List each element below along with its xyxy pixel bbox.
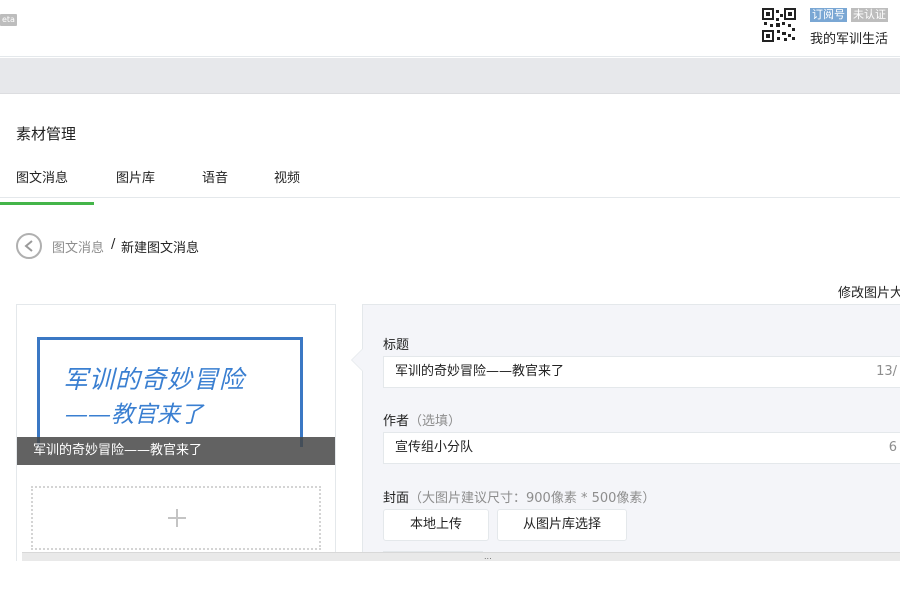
cover-hint: （大图片建议尺寸：900像素 * 500像素） — [409, 491, 656, 506]
author-label: 作者（选填） — [383, 410, 461, 429]
breadcrumb-current: 新建图文消息 — [121, 241, 200, 256]
scrollbar-grip-icon: ... — [484, 552, 492, 561]
title-value: 军训的奇妙冒险——教官来了 — [395, 364, 565, 379]
tab-news[interactable]: 图文消息 — [0, 167, 95, 205]
page-bottom — [0, 561, 900, 600]
tab-video[interactable]: 视频 — [274, 167, 300, 186]
breadcrumb-parent-link[interactable]: 图文消息 — [52, 237, 104, 256]
author-input[interactable]: 宣传组小分队 6 — [383, 432, 900, 464]
upload-local-button[interactable]: 本地上传 — [383, 509, 489, 541]
cover-text-line2: ——教官来了 — [65, 402, 203, 428]
top-header: eta 订阅号 未认证 我的军训生活 — [0, 0, 900, 57]
author-hint: （选填） — [409, 414, 462, 429]
cover-text-line1: 军训的奇妙冒险 — [63, 365, 246, 394]
subscription-tag: 订阅号 — [810, 8, 847, 22]
beta-badge: eta — [0, 14, 17, 26]
author-label-text: 作者 — [383, 414, 410, 429]
material-tabs: 图文消息 图片库 语音 视频 — [0, 158, 900, 205]
back-button[interactable] — [16, 233, 42, 259]
horizontal-scrollbar[interactable]: ... — [22, 552, 900, 561]
title-counter: 13/ — [876, 364, 897, 379]
article-preview-panel: 军训的奇妙冒险 ——教官来了 军训的奇妙冒险——教官来了 — [16, 304, 336, 564]
scrollbar-thumb[interactable] — [22, 553, 900, 561]
page-title: 素材管理 — [16, 125, 77, 143]
modify-image-link[interactable]: 修改图片大 — [838, 282, 900, 301]
add-article-button[interactable] — [31, 486, 321, 550]
breadcrumb-separator: / — [111, 237, 116, 252]
tab-image-library[interactable]: 图片库 — [116, 167, 155, 186]
title-input[interactable]: 军训的奇妙冒险——教官来了 13/ — [383, 356, 900, 388]
article-editor-panel: 标题 军训的奇妙冒险——教官来了 13/ 作者（选填） 宣传组小分队 6 封面（… — [351, 304, 900, 565]
panel-pointer — [352, 349, 363, 371]
author-value: 宣传组小分队 — [395, 440, 474, 455]
title-label: 标题 — [383, 338, 410, 353]
tab-voice[interactable]: 语音 — [202, 167, 228, 186]
unverified-tag: 未认证 — [851, 8, 888, 22]
account-name[interactable]: 我的军训生活 — [810, 28, 888, 47]
cover-caption: 军训的奇妙冒险——教官来了 — [17, 437, 335, 465]
back-arrow-icon — [24, 240, 33, 252]
cover-label: 封面（大图片建议尺寸：900像素 * 500像素） — [383, 487, 655, 506]
choose-from-library-button[interactable]: 从图片库选择 — [497, 509, 627, 541]
cover-label-text: 封面 — [383, 491, 410, 506]
author-counter: 6 — [888, 440, 897, 455]
qr-code-icon[interactable] — [762, 8, 796, 42]
cover-image[interactable]: 军训的奇妙冒险 ——教官来了 军训的奇妙冒险——教官来了 — [17, 305, 335, 465]
nav-bar — [0, 58, 900, 94]
